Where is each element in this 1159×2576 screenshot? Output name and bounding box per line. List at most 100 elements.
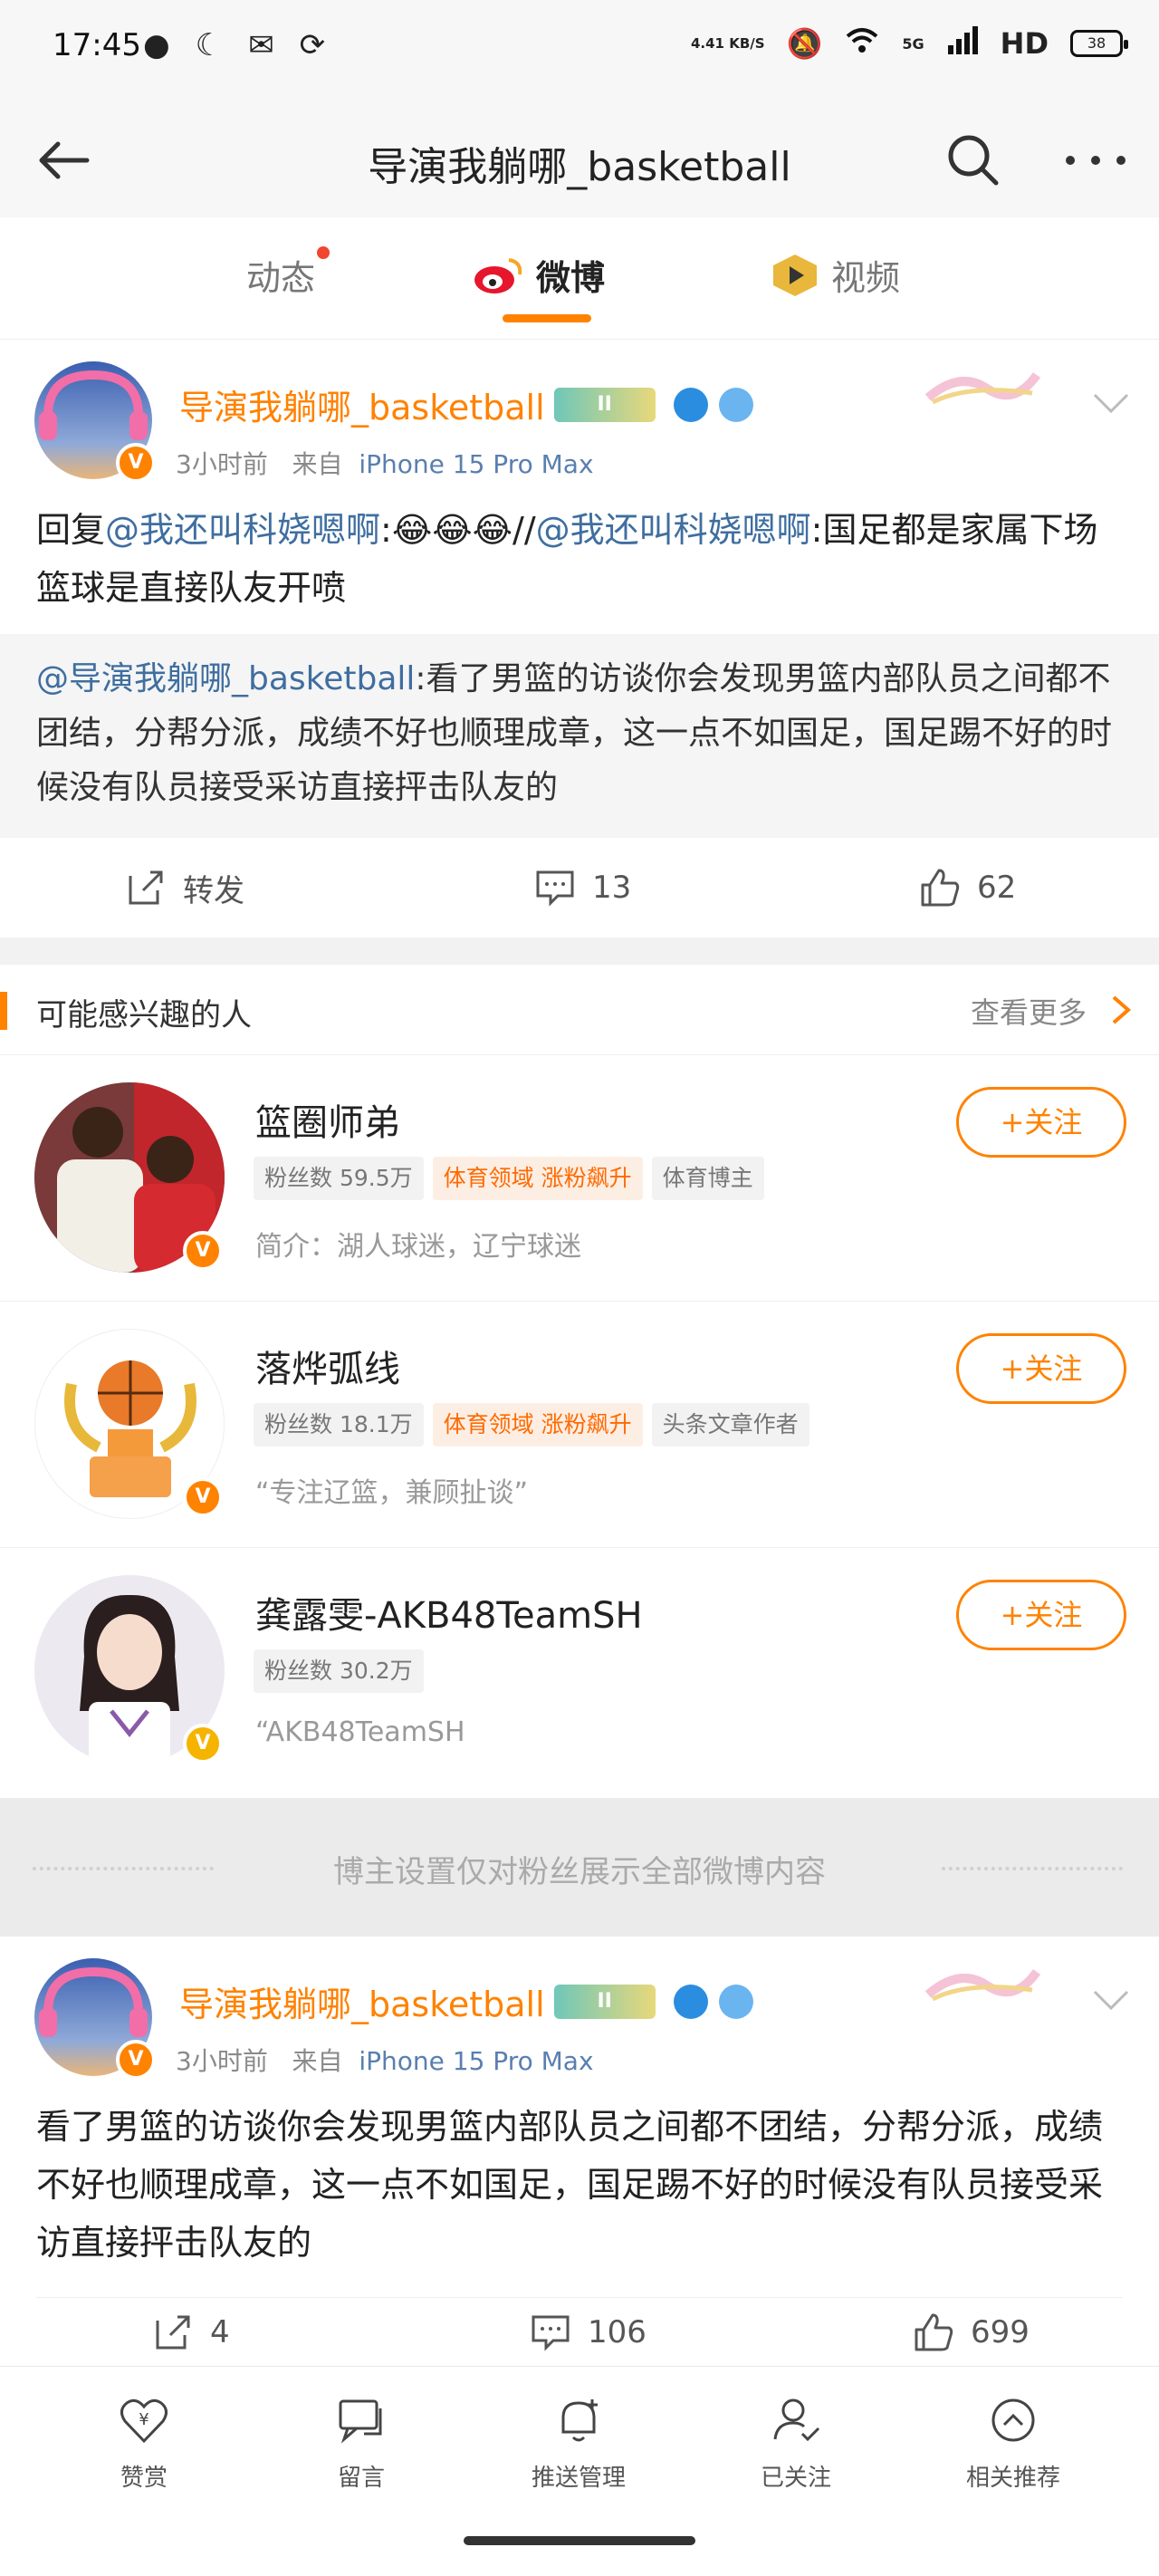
person-name[interactable]: 龚露雯-AKB48TeamSH bbox=[255, 1586, 643, 1639]
recommend-person-2[interactable]: V 落烨弧线 粉丝数 18.1万 体育领域 涨粉飙升 头条文章作者 “专注辽篮，… bbox=[0, 1302, 1159, 1548]
recommend-person-1[interactable]: V 篮圈师弟 粉丝数 59.5万 体育领域 涨粉飙升 体育博主 简介：湖人球迷，… bbox=[0, 1055, 1159, 1302]
signal-icon bbox=[946, 25, 979, 62]
back-button[interactable] bbox=[33, 129, 96, 192]
status-icons: ● ☾ ✉ ⟳ bbox=[143, 27, 325, 63]
tab-label: 微博 bbox=[536, 258, 606, 298]
avatar[interactable]: V bbox=[34, 361, 156, 483]
tab-label: 动态 bbox=[246, 258, 316, 298]
quoted-text: @导演我躺哪_basketball:看了男篮的访谈你会发现男篮内部队员之间都不团… bbox=[36, 652, 1123, 815]
related-button[interactable]: 相关推荐 bbox=[941, 2394, 1086, 2493]
post-actions-2: 4 106 699 bbox=[0, 2299, 1159, 2366]
avatar[interactable]: V bbox=[34, 1575, 225, 1765]
comment-button[interactable]: 13 bbox=[534, 838, 631, 937]
person-bio: “专注辽篮，兼顾扯谈” bbox=[255, 1477, 529, 1509]
tool-label: 赞赏 bbox=[120, 2465, 168, 2492]
tab-dynamics[interactable]: 动态 bbox=[246, 246, 330, 300]
post-source[interactable]: iPhone 15 Pro Max bbox=[359, 449, 593, 479]
tool-label: 留言 bbox=[337, 2465, 385, 2492]
recommend-header: 可能感兴趣的人 查看更多 bbox=[0, 965, 1159, 1055]
level-badge-icon: II bbox=[553, 387, 656, 422]
comment-button[interactable]: 106 bbox=[530, 2299, 647, 2366]
fans-count-tag: 粉丝数 18.1万 bbox=[254, 1403, 424, 1447]
heart-yen-icon: ¥ bbox=[120, 2398, 168, 2444]
chevron-up-circle-icon bbox=[991, 2398, 1035, 2442]
like-count: 62 bbox=[977, 870, 1017, 906]
mail-icon: ✉ bbox=[248, 27, 274, 63]
hd-label: HD bbox=[1000, 26, 1049, 61]
author-name: 导演我躺哪_basketball bbox=[179, 1985, 545, 2024]
tool-label: 相关推荐 bbox=[965, 2465, 1060, 2492]
tab-video[interactable]: 视频 bbox=[770, 250, 900, 300]
push-settings-button[interactable]: 推送管理 bbox=[506, 2394, 651, 2493]
repost-button[interactable]: 4 bbox=[152, 2299, 230, 2366]
follow-button[interactable]: +关注 bbox=[956, 1333, 1126, 1404]
quoted-post[interactable]: @导演我躺哪_basketball:看了男篮的访谈你会发现男篮内部队员之间都不团… bbox=[0, 634, 1159, 838]
trending-tag: 体育领域 涨粉飙升 bbox=[432, 1157, 643, 1200]
reply-prefix: 回复 bbox=[36, 510, 106, 550]
level-badge-icon: II bbox=[553, 1984, 656, 2019]
chevron-down-icon[interactable] bbox=[1091, 1986, 1131, 2014]
person-name[interactable]: 篮圈师弟 bbox=[255, 1093, 400, 1146]
person-name[interactable]: 落烨弧线 bbox=[255, 1340, 400, 1392]
status-right: 4.41 KB/S 🔕 5G HD 38 bbox=[690, 25, 1128, 62]
like-button[interactable]: 699 bbox=[913, 2299, 1030, 2366]
profile-tabs: 动态 微博 视频 bbox=[0, 217, 1159, 340]
avatar[interactable]: V bbox=[34, 1329, 225, 1519]
like-count: 699 bbox=[971, 2314, 1030, 2350]
person-tags: 粉丝数 18.1万 体育领域 涨粉飙升 头条文章作者 bbox=[254, 1403, 809, 1447]
post-card-1[interactable]: V 导演我躺哪_basketball II 3小时前 来自 iPhone 15 … bbox=[0, 340, 1159, 838]
see-more-link[interactable]: 查看更多 bbox=[971, 990, 1087, 1032]
shark-badge-icon bbox=[718, 387, 753, 422]
post-meta: 3小时前 来自 iPhone 15 Pro Max bbox=[176, 2042, 594, 2078]
repost-button[interactable]: 转发 bbox=[125, 838, 244, 937]
section-accent-bar bbox=[0, 992, 7, 1030]
recommend-person-3[interactable]: V 龚露雯-AKB48TeamSH 粉丝数 30.2万 “AKB48TeamSH… bbox=[0, 1548, 1159, 1798]
repost-icon bbox=[129, 870, 163, 905]
comment-icon bbox=[536, 870, 574, 907]
avatar[interactable]: V bbox=[34, 1958, 156, 2080]
follow-button[interactable]: +关注 bbox=[956, 1087, 1126, 1158]
post-author[interactable]: 导演我躺哪_basketball II bbox=[179, 380, 753, 429]
status-bar: 17:45 ● ☾ ✉ ⟳ 4.41 KB/S 🔕 5G HD 38 bbox=[0, 0, 1159, 100]
message-button[interactable]: 留言 bbox=[289, 2394, 434, 2493]
app-notification-icon: ● bbox=[143, 27, 170, 63]
following-button[interactable]: 已关注 bbox=[723, 2394, 868, 2493]
like-button[interactable]: 62 bbox=[919, 838, 1016, 937]
post-author[interactable]: 导演我躺哪_basketball II bbox=[179, 1976, 753, 2026]
battery-icon: 38 bbox=[1070, 30, 1128, 57]
chevron-right-icon[interactable] bbox=[1106, 994, 1134, 1026]
tip-button[interactable]: ¥ 赞赏 bbox=[72, 2394, 216, 2493]
comment-icon bbox=[532, 2315, 570, 2351]
comment-count: 106 bbox=[588, 2314, 647, 2350]
post-meta: 3小时前 来自 iPhone 15 Pro Max bbox=[176, 445, 594, 481]
post-body: 看了男篮的访谈你会发现男篮内部队员之间都不团结，分帮分派，成绩不好也顺理成章，这… bbox=[36, 2107, 1104, 2263]
bell-plus-icon bbox=[561, 2399, 598, 2442]
more-button[interactable] bbox=[1059, 129, 1132, 192]
person-bio: “AKB48TeamSH bbox=[255, 1716, 465, 1748]
divider bbox=[36, 2297, 1123, 2298]
verified-badge-icon: V bbox=[183, 1231, 223, 1271]
category-tag: 体育博主 bbox=[651, 1157, 764, 1200]
decor-ribbon-icon bbox=[924, 1968, 1041, 2002]
tab-weibo[interactable]: 微博 bbox=[473, 250, 605, 300]
trending-tag: 体育领域 涨粉飙升 bbox=[432, 1403, 643, 1447]
follow-button[interactable]: +关注 bbox=[956, 1580, 1126, 1650]
mute-icon: 🔕 bbox=[786, 26, 823, 61]
avatar[interactable]: V bbox=[34, 1082, 225, 1273]
post-source[interactable]: iPhone 15 Pro Max bbox=[359, 2046, 593, 2076]
message-icon bbox=[339, 2399, 382, 2444]
mention-link[interactable]: @我还叫科娆嗯啊 bbox=[105, 510, 380, 550]
thumbs-up-icon bbox=[915, 2313, 953, 2351]
home-indicator[interactable] bbox=[464, 2536, 695, 2545]
search-button[interactable] bbox=[942, 129, 1005, 192]
unread-dot bbox=[317, 246, 330, 259]
sync-icon: ⟳ bbox=[299, 27, 326, 63]
post-card-2[interactable]: V 导演我躺哪_basketball II 3小时前 来自 iPhone 15 … bbox=[0, 1937, 1159, 2299]
quoted-author-link[interactable]: @导演我躺哪_basketball bbox=[36, 660, 415, 697]
nav-bar: 导演我躺哪_basketball bbox=[0, 100, 1159, 217]
decor-ribbon-icon bbox=[924, 371, 1041, 405]
mention-link[interactable]: @我还叫科娆嗯啊 bbox=[536, 510, 811, 550]
chevron-down-icon[interactable] bbox=[1091, 389, 1131, 417]
fans-count-tag: 粉丝数 59.5万 bbox=[254, 1157, 424, 1200]
net-speed: 4.41 KB/S bbox=[690, 35, 765, 52]
